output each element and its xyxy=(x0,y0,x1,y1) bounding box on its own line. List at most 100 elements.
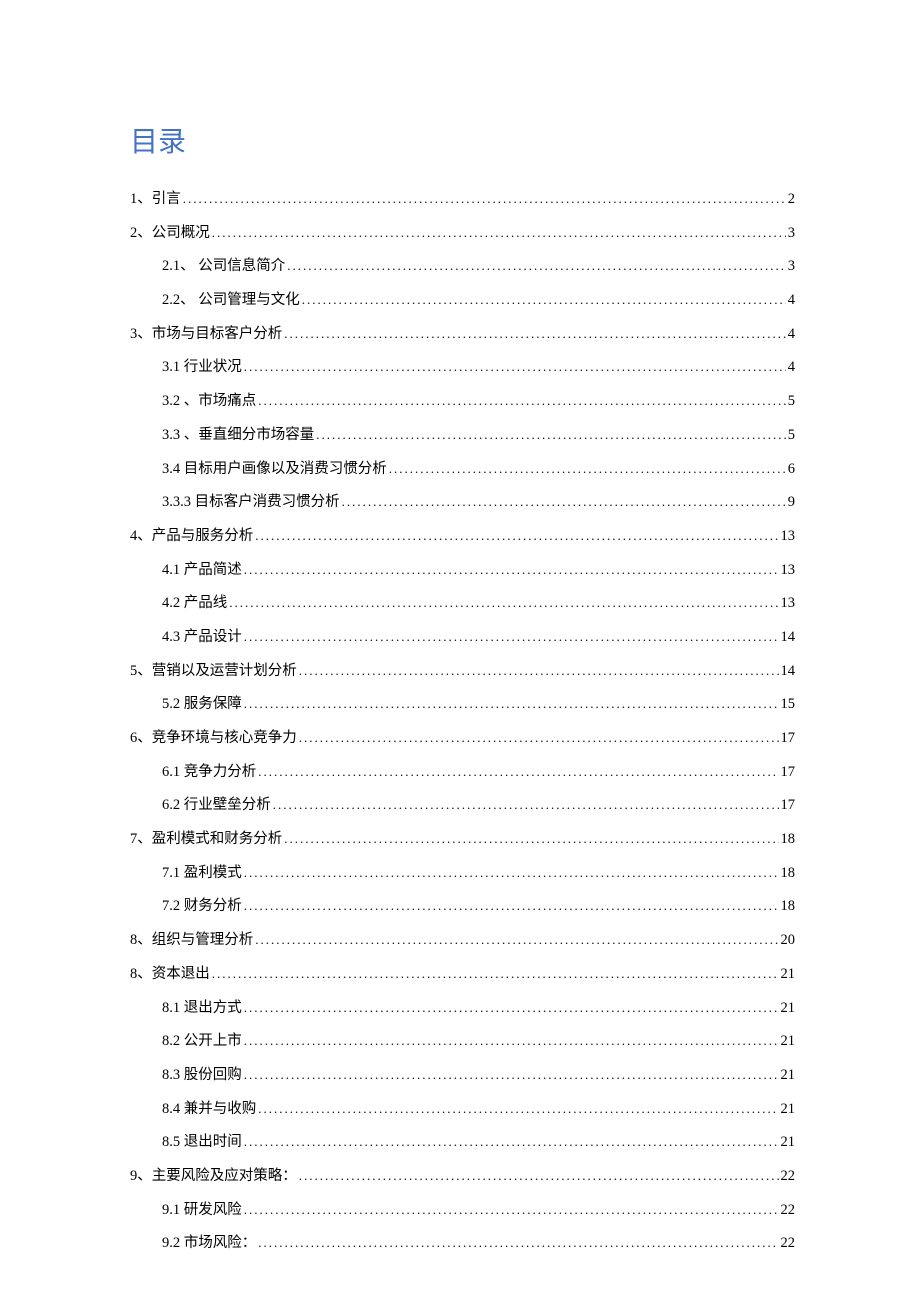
toc-entry-page: 22 xyxy=(781,1232,796,1255)
toc-leader-dots xyxy=(284,324,786,345)
toc-entry[interactable]: 2.2、 公司管理与文化4 xyxy=(130,289,795,312)
toc-entry[interactable]: 1、引言2 xyxy=(130,188,795,211)
toc-entry-page: 9 xyxy=(788,491,795,514)
toc-leader-dots xyxy=(342,492,786,513)
toc-entry-page: 6 xyxy=(788,458,795,481)
toc-entry-page: 21 xyxy=(781,997,796,1020)
toc-entry-label: 8.3 股份回购 xyxy=(162,1064,242,1087)
toc-entry[interactable]: 8、组织与管理分析20 xyxy=(130,929,795,952)
toc-entry-page: 2 xyxy=(788,188,795,211)
toc-leader-dots xyxy=(244,896,779,917)
toc-entry-page: 21 xyxy=(781,1030,796,1053)
toc-entry[interactable]: 3、市场与目标客户分析4 xyxy=(130,323,795,346)
toc-leader-dots xyxy=(212,964,779,985)
toc-entry-label: 6.1 竞争力分析 xyxy=(162,761,256,784)
toc-entry-label: 3.3.3 目标客户消费习惯分析 xyxy=(162,491,340,514)
toc-entry[interactable]: 3.3 、垂直细分市场容量 5 xyxy=(130,424,795,447)
toc-entry-page: 3 xyxy=(788,222,795,245)
toc-entry-page: 13 xyxy=(781,592,796,615)
toc-entry-page: 18 xyxy=(781,895,796,918)
toc-entry[interactable]: 4.1 产品简述 13 xyxy=(130,559,795,582)
toc-entry-label: 7.2 财务分析 xyxy=(162,895,242,918)
toc-leader-dots xyxy=(244,694,779,715)
toc-entry[interactable]: 7、盈利模式和财务分析18 xyxy=(130,828,795,851)
toc-leader-dots xyxy=(302,290,786,311)
toc-entry-label: 5.2 服务保障 xyxy=(162,693,242,716)
toc-leader-dots xyxy=(183,189,786,210)
toc-entry-label: 2.1、 公司信息简介 xyxy=(162,255,285,278)
toc-entry-page: 13 xyxy=(781,559,796,582)
toc-entry[interactable]: 4、产品与服务分析 13 xyxy=(130,525,795,548)
toc-entry-page: 17 xyxy=(781,761,796,784)
toc-entry-label: 4.3 产品设计 xyxy=(162,626,242,649)
toc-entry-page: 17 xyxy=(781,727,796,750)
toc-entry[interactable]: 4.2 产品线 13 xyxy=(130,592,795,615)
toc-entry-label: 2、公司概况 xyxy=(130,222,210,245)
toc-entry-page: 13 xyxy=(781,525,796,548)
toc-entry[interactable]: 4.3 产品设计 14 xyxy=(130,626,795,649)
toc-leader-dots xyxy=(244,357,786,378)
toc-entry-page: 18 xyxy=(781,862,796,885)
toc-entry-page: 21 xyxy=(781,1098,796,1121)
toc-entry-label: 8.1 退出方式 xyxy=(162,997,242,1020)
toc-entry-label: 4.2 产品线 xyxy=(162,592,227,615)
toc-entry[interactable]: 6、竞争环境与核心竞争力 17 xyxy=(130,727,795,750)
toc-entry-label: 9.1 研发风险 xyxy=(162,1199,242,1222)
toc-entry-label: 6.2 行业壁垒分析 xyxy=(162,794,271,817)
toc-entry-label: 7.1 盈利模式 xyxy=(162,862,242,885)
toc-entry[interactable]: 6.1 竞争力分析 17 xyxy=(130,761,795,784)
toc-entry[interactable]: 3.2 、市场痛点5 xyxy=(130,390,795,413)
toc-entry-label: 9、主要风险及应对策略： xyxy=(130,1165,297,1188)
toc-entry[interactable]: 7.2 财务分析 18 xyxy=(130,895,795,918)
toc-entry[interactable]: 7.1 盈利模式 18 xyxy=(130,862,795,885)
toc-entry-page: 21 xyxy=(781,963,796,986)
toc-entry-page: 14 xyxy=(781,626,796,649)
toc-leader-dots xyxy=(299,728,779,749)
toc-leader-dots xyxy=(287,256,786,277)
toc-title: 目录 xyxy=(130,120,795,160)
toc-entry-label: 8.2 公开上市 xyxy=(162,1030,242,1053)
toc-entry[interactable]: 9.1 研发风险22 xyxy=(130,1199,795,1222)
toc-entry-page: 22 xyxy=(781,1165,796,1188)
toc-leader-dots xyxy=(258,1233,778,1254)
toc-entry[interactable]: 9.2 市场风险：22 xyxy=(130,1232,795,1255)
toc-leader-dots xyxy=(255,526,778,547)
toc-entry[interactable]: 9、主要风险及应对策略： 22 xyxy=(130,1165,795,1188)
toc-entry[interactable]: 8.4 兼并与收购21 xyxy=(130,1098,795,1121)
toc-leader-dots xyxy=(284,829,778,850)
toc-leader-dots xyxy=(258,762,778,783)
toc-entry[interactable]: 3.3.3 目标客户消费习惯分析 9 xyxy=(130,491,795,514)
toc-entry-page: 5 xyxy=(788,390,795,413)
toc-entry-label: 4.1 产品简述 xyxy=(162,559,242,582)
toc-entry[interactable]: 3.4 目标用户画像以及消费习惯分析6 xyxy=(130,458,795,481)
toc-entry[interactable]: 8.2 公开上市 21 xyxy=(130,1030,795,1053)
toc-entry-label: 6、竞争环境与核心竞争力 xyxy=(130,727,297,750)
toc-entry[interactable]: 2、公司概况 3 xyxy=(130,222,795,245)
toc-leader-dots xyxy=(244,1065,779,1086)
toc-entry[interactable]: 5、营销以及运营计划分析14 xyxy=(130,660,795,683)
toc-leader-dots xyxy=(299,1166,779,1187)
toc-entry[interactable]: 6.2 行业壁垒分析17 xyxy=(130,794,795,817)
toc-entry-label: 3.3 、垂直细分市场容量 xyxy=(162,424,314,447)
toc-leader-dots xyxy=(244,998,779,1019)
toc-entry-label: 3.1 行业状况 xyxy=(162,356,242,379)
toc-entry-page: 4 xyxy=(788,323,795,346)
toc-entry[interactable]: 5.2 服务保障15 xyxy=(130,693,795,716)
toc-leader-dots xyxy=(258,391,786,412)
toc-leader-dots xyxy=(299,661,779,682)
toc-leader-dots xyxy=(244,1031,779,1052)
toc-entry-label: 8.5 退出时间 xyxy=(162,1131,242,1154)
toc-entry-page: 20 xyxy=(781,929,796,952)
toc-entry[interactable]: 2.1、 公司信息简介3 xyxy=(130,255,795,278)
toc-entry-label: 4、产品与服务分析 xyxy=(130,525,253,548)
toc-leader-dots xyxy=(255,930,778,951)
toc-entry[interactable]: 8.3 股份回购21 xyxy=(130,1064,795,1087)
toc-leader-dots xyxy=(244,627,779,648)
toc-entry[interactable]: 3.1 行业状况4 xyxy=(130,356,795,379)
toc-entry[interactable]: 8.5 退出时间21 xyxy=(130,1131,795,1154)
toc-entry[interactable]: 8.1 退出方式 21 xyxy=(130,997,795,1020)
toc-leader-dots xyxy=(244,560,779,581)
toc-entry-label: 2.2、 公司管理与文化 xyxy=(162,289,300,312)
toc-entry[interactable]: 8、资本退出21 xyxy=(130,963,795,986)
toc-entry-page: 5 xyxy=(788,424,795,447)
